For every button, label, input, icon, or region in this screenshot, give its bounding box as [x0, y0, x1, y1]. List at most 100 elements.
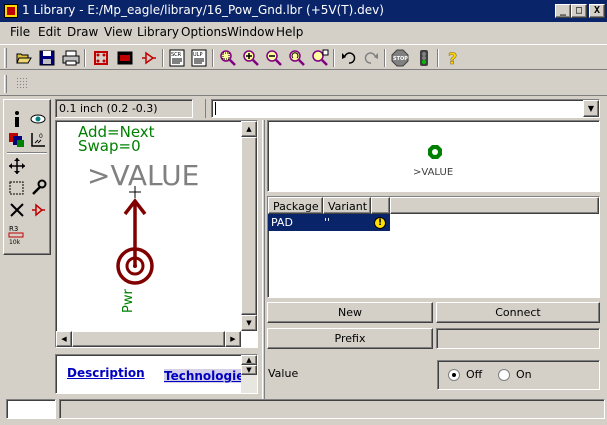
resistor-label: R3: [9, 225, 18, 233]
maximize-button[interactable]: □: [571, 4, 587, 18]
show-icon[interactable]: [29, 110, 47, 128]
info-icon[interactable]: [8, 110, 26, 128]
description-scroll-down[interactable]: ▼: [241, 365, 257, 375]
menu-bar: File Edit Draw View Library Options Wind…: [0, 22, 607, 42]
grid-icon[interactable]: [14, 75, 32, 93]
package-table: Package Variant PAD '' !: [267, 196, 600, 298]
coordinate-text: 0.1 inch (0.2 -0.3): [59, 102, 158, 115]
cam-icon[interactable]: [92, 49, 110, 67]
vertical-scroll-thumb[interactable]: [241, 137, 257, 315]
zoom-select-icon[interactable]: [311, 49, 329, 67]
value-on-radio[interactable]: [498, 369, 510, 381]
move-icon[interactable]: [8, 157, 26, 175]
save-icon[interactable]: [38, 49, 56, 67]
resistor-value: 10k: [9, 239, 21, 246]
close-button[interactable]: X: [589, 4, 605, 18]
canvas-vertical-scrollbar[interactable]: ▲ ▼: [241, 121, 257, 331]
scroll-left-button[interactable]: ◀: [56, 331, 72, 347]
scroll-up-button[interactable]: ▲: [241, 121, 257, 137]
coordinate-display: 0.1 inch (0.2 -0.3): [55, 99, 193, 118]
value-off-label[interactable]: Off: [466, 368, 482, 381]
stop-label: STOP: [393, 56, 408, 62]
value-off-radio[interactable]: [448, 369, 460, 381]
package-preview: >VALUE: [267, 120, 600, 192]
tool-palette: 0 R3 10k: [3, 99, 51, 255]
status-field-left: [6, 399, 56, 419]
zoom-out-icon[interactable]: [265, 49, 283, 67]
help-label: ?: [448, 49, 457, 67]
panel-splitter[interactable]: [262, 120, 265, 400]
connect-button[interactable]: Connect: [436, 302, 600, 323]
add-icon[interactable]: [29, 201, 47, 219]
parameter-toolbar: [0, 72, 607, 96]
scroll-right-button[interactable]: ▶: [225, 331, 241, 347]
mark-icon[interactable]: 0: [29, 131, 47, 149]
board-icon[interactable]: [116, 49, 134, 67]
new-button[interactable]: New: [267, 302, 433, 323]
description-scroll-up[interactable]: ▲: [241, 355, 257, 365]
group-icon[interactable]: [8, 179, 26, 197]
horizontal-scroll-thumb[interactable]: [72, 331, 225, 347]
canvas-horizontal-scrollbar[interactable]: ◀ ▶: [56, 331, 241, 347]
delete-icon[interactable]: [8, 201, 26, 219]
preview-value-text: >VALUE: [413, 167, 453, 178]
menu-edit[interactable]: Edit: [38, 25, 61, 39]
pad-drill: [432, 149, 438, 155]
menu-help[interactable]: Help: [276, 25, 303, 39]
schematic-icon[interactable]: [140, 49, 158, 67]
toolbar-grip[interactable]: [4, 48, 7, 68]
ulp-icon[interactable]: ULP: [190, 49, 208, 67]
menu-draw[interactable]: Draw: [67, 25, 98, 39]
value-label: Value: [268, 367, 299, 380]
prefix-button[interactable]: Prefix: [267, 328, 433, 349]
column-header-package[interactable]: Package: [268, 197, 323, 214]
prefix-field: [436, 328, 600, 349]
svg-text:0: 0: [39, 133, 43, 140]
technologies-link[interactable]: Technologies: [164, 369, 252, 383]
script-icon[interactable]: SCR: [168, 49, 186, 67]
command-input[interactable]: ▼: [211, 99, 600, 118]
menu-file[interactable]: File: [10, 25, 30, 39]
display-layers-icon[interactable]: [8, 131, 26, 149]
value-option-group: Off On: [437, 360, 600, 390]
script-label: SCR: [171, 52, 182, 58]
window-title: 1 Library - E:/Mp_eagle/library/16_Pow_G…: [22, 3, 384, 17]
package-cell: PAD: [271, 216, 293, 229]
variant-cell: '': [324, 216, 331, 229]
menu-options[interactable]: Options: [181, 25, 227, 39]
app-icon[interactable]: [4, 4, 18, 18]
minimize-button[interactable]: _: [555, 4, 571, 18]
redo-icon[interactable]: [362, 49, 380, 67]
value-on-label[interactable]: On: [516, 368, 532, 381]
zoom-in-icon[interactable]: [242, 49, 260, 67]
value-tool-icon[interactable]: R3 10k: [8, 223, 30, 247]
pin-center: [133, 264, 137, 268]
zoom-fit-icon[interactable]: [219, 49, 237, 67]
undo-icon[interactable]: [340, 49, 358, 67]
go-icon[interactable]: [415, 49, 433, 67]
title-bar[interactable]: 1 Library - E:/Mp_eagle/library/16_Pow_G…: [0, 0, 607, 22]
value-placeholder: >VALUE: [87, 159, 199, 192]
menu-library[interactable]: Library: [137, 25, 179, 39]
description-panel: Description Technologies ▲ ▼: [55, 354, 258, 394]
zoom-redraw-icon[interactable]: [288, 49, 306, 67]
description-link[interactable]: Description: [67, 366, 145, 380]
drawing-canvas[interactable]: Add=Next Swap=0 >VALUE Pwr ▲ ▼ ◀ ▶: [55, 120, 258, 348]
scroll-down-button[interactable]: ▼: [241, 315, 257, 331]
menu-window[interactable]: Window: [227, 25, 274, 39]
parameter-toolbar-grip[interactable]: [4, 75, 7, 93]
description-scrollbar[interactable]: ▲ ▼: [241, 355, 257, 393]
command-history-dropdown[interactable]: ▼: [583, 100, 599, 117]
pin-name: Pwr: [121, 289, 136, 313]
stop-icon[interactable]: STOP: [391, 49, 409, 67]
help-icon[interactable]: ?: [444, 49, 462, 69]
table-row[interactable]: PAD '' !: [268, 214, 390, 231]
print-icon[interactable]: [62, 49, 80, 67]
column-header-status[interactable]: [371, 197, 390, 214]
menu-view[interactable]: View: [104, 25, 132, 39]
status-bar: [59, 399, 605, 419]
toolbar: SCR ULP STOP ?: [0, 44, 607, 70]
change-icon[interactable]: [29, 179, 47, 197]
open-icon[interactable]: [15, 49, 33, 67]
column-header-variant[interactable]: Variant: [323, 197, 371, 214]
